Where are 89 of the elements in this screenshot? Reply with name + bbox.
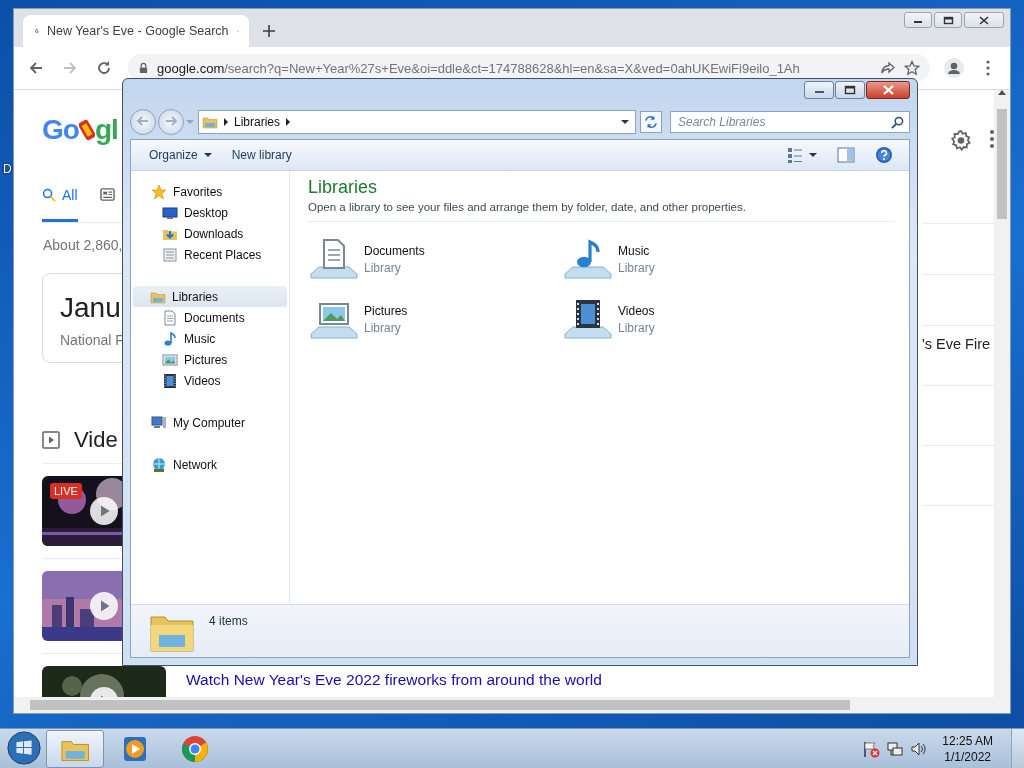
nav-item[interactable]: Downloads (133, 223, 287, 244)
newspaper-icon[interactable] (99, 187, 115, 202)
chevron-icon (224, 118, 228, 126)
desktop-icon-label: D (3, 162, 12, 176)
minimize-button[interactable] (804, 81, 834, 99)
nav-item[interactable]: Pictures (133, 349, 287, 370)
action-center-flag-icon[interactable] (862, 739, 881, 758)
close-button[interactable] (964, 12, 1004, 28)
search-tab[interactable]: All (42, 170, 78, 222)
result-title[interactable]: 's Eve Fire (922, 326, 991, 352)
desktop-icon (162, 204, 178, 221)
library-type: Library (618, 261, 655, 275)
toolbar-button[interactable]: New library (225, 144, 298, 166)
video-title-link[interactable]: Watch New Year's Eve 2022 fireworks from around the world (186, 666, 602, 689)
picture-frame-icon (162, 351, 178, 368)
library-name[interactable]: Documents (364, 236, 425, 258)
library-name[interactable]: Pictures (364, 296, 408, 318)
nav-item[interactable]: My Computer (133, 412, 287, 433)
caret-icon (809, 153, 817, 157)
live-badge: LIVE (50, 483, 82, 499)
help-icon[interactable] (875, 146, 893, 164)
doodle-logo[interactable]: Go gl (42, 114, 118, 146)
menu-icon[interactable] (990, 130, 994, 148)
nav-item[interactable]: Music (133, 328, 287, 349)
library-name[interactable]: Music (618, 236, 655, 258)
nav-item[interactable]: Network (133, 454, 287, 475)
clock-date[interactable]: 1/1/2022 (944, 748, 991, 765)
card-title: Janu (60, 292, 121, 324)
maximize-button[interactable] (934, 12, 962, 28)
play-icon[interactable] (90, 592, 118, 620)
library-type: Library (618, 321, 655, 335)
play-icon[interactable] (90, 497, 118, 525)
vertical-scrollbar[interactable] (994, 90, 1010, 697)
library-type: Library (364, 261, 402, 275)
star-icon (151, 183, 167, 200)
profile-icon[interactable] (944, 58, 964, 78)
maximize-icon[interactable] (942, 15, 954, 25)
minimize-button[interactable] (904, 12, 932, 28)
nav-item[interactable]: Libraries (133, 286, 287, 307)
maximize-button[interactable] (835, 81, 865, 99)
browser-tab[interactable]: New Year's Eve - Google Search (23, 15, 249, 47)
browser-icon[interactable] (180, 733, 210, 764)
clock-time[interactable]: 12:25 AM (942, 732, 993, 749)
page-title: Libraries (308, 177, 379, 198)
share-icon[interactable] (880, 61, 896, 75)
nav-item[interactable]: Favorites (133, 181, 287, 202)
film-strip-icon (162, 372, 178, 389)
scrollbar-thumb[interactable] (997, 109, 1007, 219)
url-text: google.com/search?q=New+Year%27s+Eve&oi=ddle&ct=174788628&hl=en&sa=X&ved=0ahUKEwiFi9eilo_1Ah (157, 60, 801, 76)
video-icon (42, 431, 60, 449)
network-globe-icon (151, 456, 167, 473)
toolbar-button[interactable]: Organize (143, 144, 218, 166)
caret-icon (186, 120, 194, 124)
item-count: 4 items (209, 614, 248, 628)
recent-places-icon (162, 246, 178, 263)
star-icon[interactable] (904, 60, 920, 76)
network-icon[interactable] (886, 739, 905, 758)
search-field[interactable]: Search Libraries (670, 111, 910, 133)
computer-icon (151, 414, 167, 431)
library-type: Library (364, 321, 402, 335)
address-bar[interactable]: Libraries (198, 110, 636, 134)
library-folder-icon (202, 114, 218, 130)
nav-item[interactable]: Documents (133, 307, 287, 328)
section-heading: Vide (74, 427, 118, 453)
document-icon (162, 309, 178, 326)
breadcrumb[interactable]: Libraries (234, 115, 281, 129)
maximize-icon[interactable] (844, 85, 856, 95)
music-note-icon (162, 330, 178, 347)
chevron-icon (286, 118, 291, 126)
scrollbar-thumb[interactable] (30, 700, 850, 710)
nav-item[interactable]: Recent Places (133, 244, 287, 265)
horizontal-scrollbar[interactable] (14, 697, 1010, 713)
new-tab-icon[interactable] (262, 24, 276, 38)
search-icon[interactable] (891, 116, 904, 129)
lock-icon (138, 62, 149, 74)
nav-item[interactable]: Videos (133, 370, 287, 391)
result-stats: About 2,860, (42, 236, 122, 255)
scroll-up-arrow-icon[interactable] (998, 90, 1006, 95)
back-icon[interactable] (28, 60, 44, 76)
caret-icon (621, 120, 629, 124)
search-icon[interactable] (42, 187, 56, 202)
description-text: Open a library to see your files and arrange them by folder, date, and other properties. (308, 201, 895, 222)
library-name[interactable]: Videos (618, 296, 655, 318)
close-button[interactable] (866, 81, 910, 99)
view-list-icon[interactable] (787, 146, 803, 164)
menu-icon[interactable] (986, 60, 990, 76)
settings-icon[interactable] (950, 130, 972, 152)
reload-icon[interactable] (96, 60, 112, 76)
nav-item[interactable]: Desktop (133, 202, 287, 223)
